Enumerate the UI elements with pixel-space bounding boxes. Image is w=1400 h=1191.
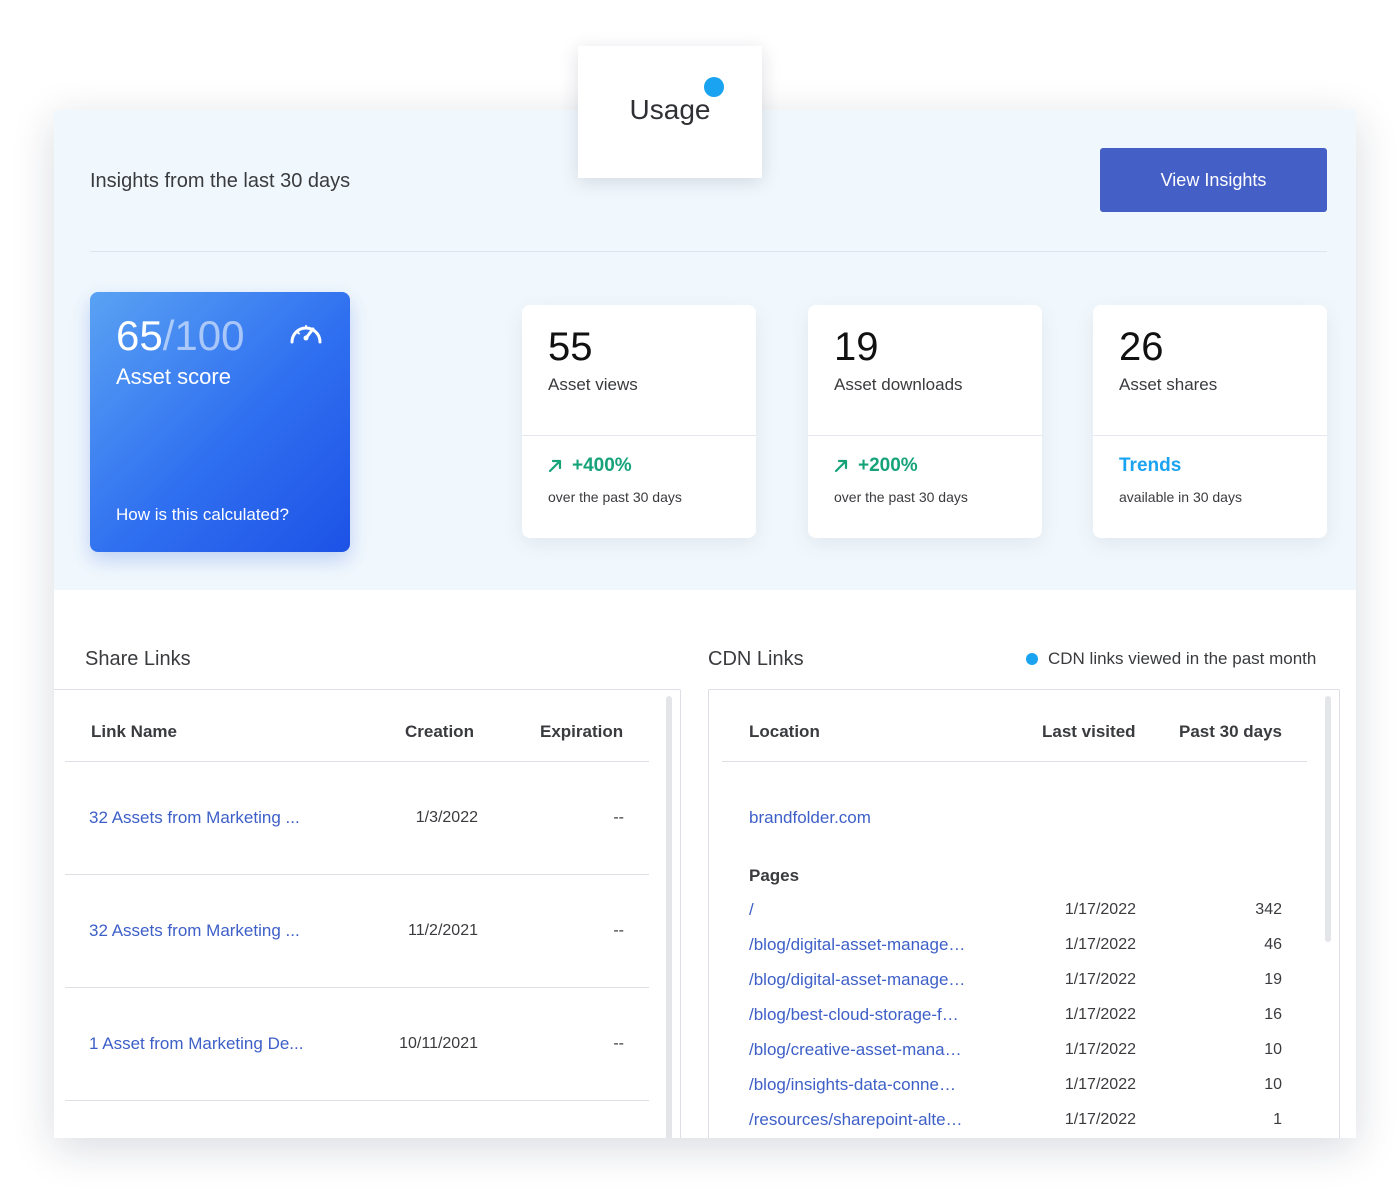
usage-panel: Insights from the last 30 days View Insi… [54,110,1356,1138]
legend-dot [1026,653,1038,665]
cdn-legend: CDN links viewed in the past month [1026,649,1316,669]
column-header-past-30-days: Past 30 days [1179,722,1283,741]
stat-label: Asset views [548,375,638,394]
stat-value: 26 [1119,325,1164,369]
notification-dot [704,77,724,97]
row-divider [65,1100,649,1101]
asset-score-card: 65/100 Asset score How is this calculate… [90,292,350,552]
share-link-name[interactable]: 32 Assets from Marketing ... [89,921,300,941]
trend-up-icon [548,459,562,473]
cdn-page-link[interactable]: /blog/best-cloud-storage-f… [749,1005,959,1025]
cdn-links-title: CDN Links [708,648,804,670]
share-links-title: Share Links [85,648,191,670]
cdn-last-visited: 1/17/2022 [1064,936,1136,953]
header-divider [65,761,649,762]
card-divider [1093,435,1327,436]
cdn-view-count: 19 [1264,971,1282,988]
how-calculated-link[interactable]: How is this calculated? [116,505,289,525]
cdn-last-visited: 1/17/2022 [1064,1111,1136,1128]
column-header-expiration: Expiration [540,722,624,741]
cdn-view-count: 10 [1264,1041,1282,1058]
cdn-last-visited: 1/17/2022 [1064,1041,1136,1058]
column-header-last-visited: Last visited [1042,722,1136,741]
insights-area: Insights from the last 30 days View Insi… [54,110,1356,590]
cdn-view-count: 1 [1273,1111,1282,1128]
column-header-creation: Creation [405,722,474,741]
cdn-links-table: Location Last visited Past 30 days brand… [708,689,1340,1138]
cdn-page-link[interactable]: /blog/creative-asset-mana… [749,1040,962,1060]
cdn-last-visited: 1/17/2022 [1064,971,1136,988]
asset-score-label: Asset score [116,364,231,389]
score-number: 65 [116,312,163,359]
asset-views-card: 55 Asset views +400% over the past 30 da… [522,305,756,538]
usage-tab-label: Usage [629,94,711,125]
cdn-view-count: 10 [1264,1076,1282,1093]
trends-link[interactable]: Trends [1119,455,1181,477]
cdn-page-link[interactable]: /blog/digital-asset-manage… [749,970,965,990]
cdn-view-count: 46 [1264,936,1282,953]
trend-subtext: over the past 30 days [834,489,968,505]
column-header-link-name: Link Name [91,722,177,741]
column-header-location: Location [749,722,820,741]
cdn-last-visited: 1/17/2022 [1064,1006,1136,1023]
cdn-last-visited: 1/17/2022 [1064,1076,1136,1093]
asset-shares-card: 26 Asset shares Trends available in 30 d… [1093,305,1327,538]
score-max: /100 [162,312,245,359]
share-link-expiration: -- [613,809,624,826]
cdn-page-link[interactable]: /blog/digital-asset-manage… [749,935,965,955]
stat-value: 55 [548,325,593,369]
stat-label: Asset downloads [834,375,963,394]
trend-up-icon [834,459,848,473]
trend-subtext: over the past 30 days [548,489,682,505]
gauge-icon [290,325,322,344]
share-links-table: Link Name Creation Expiration 32 Assets … [54,689,681,1138]
trend-value: +400% [548,455,632,477]
cdn-domain-link[interactable]: brandfolder.com [749,808,871,828]
divider [90,251,1327,252]
usage-tab[interactable]: Usage [578,46,762,178]
header-divider [722,761,1307,762]
card-divider [522,435,756,436]
trend-percent: +400% [572,455,632,476]
trend-percent: +200% [858,455,918,476]
insights-title: Insights from the last 30 days [90,170,351,192]
stat-label: Asset shares [1119,375,1218,394]
share-links-scrollbar[interactable] [666,696,672,1138]
view-insights-button[interactable]: View Insights [1100,148,1327,212]
pages-label: Pages [749,866,800,885]
cdn-page-link[interactable]: /blog/insights-data-conne… [749,1075,956,1095]
legend-label: CDN links viewed in the past month [1048,649,1317,668]
cdn-links-scrollbar[interactable] [1325,696,1331,942]
trend-value: +200% [834,455,918,477]
cdn-view-count: 16 [1264,1006,1282,1023]
cdn-view-count: 342 [1255,901,1282,918]
cdn-page-link[interactable]: /resources/sharepoint-alte… [749,1110,963,1130]
share-link-creation: 11/2/2021 [408,922,478,939]
card-divider [808,435,1042,436]
share-link-creation: 10/11/2021 [399,1035,478,1052]
stat-value: 19 [834,325,879,369]
row-divider [65,987,649,988]
share-link-expiration: -- [613,922,624,939]
share-link-expiration: -- [613,1035,624,1052]
cdn-page-link[interactable]: / [749,900,754,920]
row-divider [65,874,649,875]
share-link-name[interactable]: 32 Assets from Marketing ... [89,808,300,828]
share-link-name[interactable]: 1 Asset from Marketing De... [89,1034,303,1054]
trend-subtext: available in 30 days [1119,489,1242,505]
asset-downloads-card: 19 Asset downloads +200% over the past 3… [808,305,1042,538]
asset-score-value: 65/100 [116,312,244,360]
share-link-creation: 1/3/2022 [415,809,478,826]
cdn-last-visited: 1/17/2022 [1064,901,1136,918]
